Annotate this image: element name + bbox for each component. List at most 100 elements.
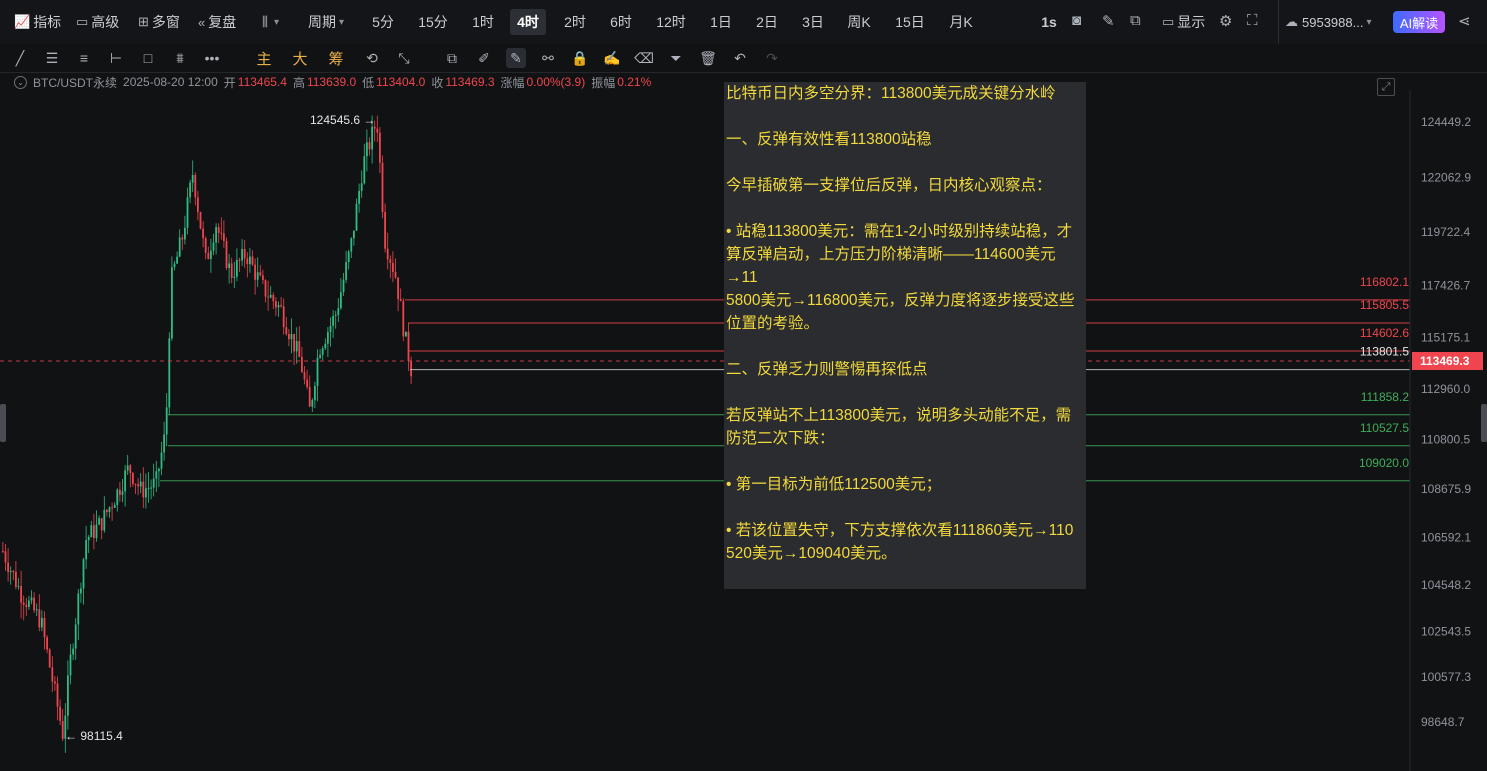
chips-button[interactable]: 筹: [326, 48, 346, 68]
annotation-line: 今早插破第一支撑位后反弹，日内核心观察点：: [726, 177, 1052, 194]
amplitude-value: 0.21%: [617, 75, 652, 89]
ai-interpret-button[interactable]: AI解读: [1393, 11, 1445, 33]
fibonacci-icon[interactable]: ⩩: [170, 48, 190, 68]
timeframe-6h[interactable]: 6时: [604, 9, 638, 35]
clone-icon[interactable]: ⧉: [442, 48, 462, 68]
popout-icon[interactable]: ⧉: [1130, 12, 1141, 29]
account-dropdown[interactable]: ☁ 5953988... ▾: [1278, 0, 1371, 44]
candle-body: [267, 296, 269, 298]
trash-icon[interactable]: 🗑: [698, 48, 718, 68]
right-panel-handle[interactable]: [1481, 404, 1487, 442]
candle-body: [282, 306, 285, 328]
timeframe-5m[interactable]: 5分: [366, 9, 400, 35]
more-tools-icon[interactable]: •••: [202, 48, 222, 68]
candle-body: [22, 602, 25, 605]
indicators-button[interactable]: 📈 指标: [8, 8, 67, 36]
period-label: 周期: [308, 14, 336, 30]
eraser-icon[interactable]: ⌫: [634, 48, 654, 68]
share-icon[interactable]: ⋖: [1458, 12, 1471, 30]
high-marker-value: 124545.6: [310, 113, 360, 127]
draw-pen-icon[interactable]: ✎: [506, 48, 526, 68]
fullscreen-icon[interactable]: ⛶: [1247, 12, 1258, 29]
annotation-spacer: [726, 151, 1084, 174]
pencil-icon[interactable]: ✎: [1102, 12, 1115, 30]
brush-icon[interactable]: ✐: [474, 48, 494, 68]
measure-icon[interactable]: ⤡: [394, 48, 414, 68]
candle-body: [223, 233, 225, 242]
annotation-line: 5800美元→116800美元，反弹力度将逐步接受这些: [726, 292, 1075, 309]
trend-line-icon[interactable]: ╱: [10, 48, 30, 68]
lock-icon[interactable]: 🔒: [570, 48, 590, 68]
timeframe-2d[interactable]: 2日: [750, 9, 784, 35]
timeframe-1d[interactable]: 1日: [704, 9, 738, 35]
timeframe-3d[interactable]: 3日: [796, 9, 830, 35]
gear-icon[interactable]: ⚙: [1219, 12, 1232, 30]
display-button[interactable]: ▭ 显示: [1156, 8, 1211, 36]
rectangle-icon[interactable]: □: [138, 48, 158, 68]
horizontal-lines-icon[interactable]: ☰: [42, 48, 62, 68]
candle-body: [126, 465, 129, 471]
cloud-icon: ☁: [1285, 14, 1298, 29]
timeframe-15d[interactable]: 15日: [890, 9, 930, 35]
interval-1s-button[interactable]: 1s: [1036, 9, 1062, 35]
candle-body: [152, 478, 155, 488]
candle-body: [90, 525, 93, 538]
candle-body: [87, 537, 90, 541]
big-order-button[interactable]: 大: [290, 48, 310, 68]
candle-body: [165, 407, 168, 435]
candle-body: [251, 256, 254, 265]
parallel-channel-icon[interactable]: ≡: [74, 48, 94, 68]
analysis-text-box[interactable]: 比特币日内多空分界：113800美元成关键分水岭 一、反弹有效性看113800站稳…: [724, 82, 1086, 589]
camera-icon[interactable]: ◙: [1072, 12, 1081, 29]
candle-body: [280, 304, 282, 307]
candle-body: [163, 434, 165, 453]
annotation-spacer: [726, 381, 1084, 404]
timeframe-monthly[interactable]: 月K: [942, 9, 980, 35]
candle-body: [316, 357, 319, 386]
annotation-spacer: [726, 335, 1084, 358]
timeframe-12h[interactable]: 12时: [650, 9, 692, 35]
candle-body: [111, 507, 113, 509]
magnet-icon[interactable]: ⟲: [362, 48, 382, 68]
period-dropdown[interactable]: 周期 ▾: [302, 8, 350, 36]
chart-type-dropdown[interactable]: ⫼ ▾: [256, 8, 285, 36]
candle-body: [303, 372, 306, 380]
candle-body: [80, 588, 82, 594]
horizontal-ray-icon[interactable]: ⊢: [106, 48, 126, 68]
timeframe-weekly[interactable]: 周K: [842, 9, 876, 35]
candle-body: [405, 331, 407, 337]
replay-button[interactable]: « 复盘: [192, 8, 242, 36]
candle-body: [290, 333, 293, 340]
candle-body: [61, 720, 64, 739]
candle-body: [95, 524, 98, 538]
symbol-name: BTC/USDT永续: [33, 75, 118, 90]
left-panel-handle[interactable]: [0, 404, 6, 442]
candle-body: [199, 212, 202, 229]
candle-body: [340, 292, 342, 309]
candlestick-icon: ⫼: [262, 14, 268, 29]
candle-body: [228, 263, 230, 268]
candle-body: [363, 156, 366, 184]
candle-body: [301, 356, 303, 373]
candle-body: [397, 277, 399, 300]
advanced-button[interactable]: ▭ 高级: [70, 8, 125, 36]
candle-body: [28, 600, 30, 607]
collapse-icon[interactable]: ⌄: [14, 75, 27, 89]
main-indicator-button[interactable]: 主: [254, 48, 274, 68]
candle-body: [113, 505, 116, 508]
redo-icon[interactable]: ↷: [762, 48, 782, 68]
link-icon[interactable]: ⚯: [538, 48, 558, 68]
candle-body: [173, 263, 176, 268]
expand-icon[interactable]: ⤢: [1377, 78, 1395, 96]
multi-window-button[interactable]: ⊞ 多窗: [132, 8, 186, 36]
timeframe-1h[interactable]: 1时: [466, 9, 500, 35]
timeframe-4h[interactable]: 4时: [510, 9, 546, 35]
candle-body: [314, 385, 316, 401]
annotation-line: 当前节奏的关键，就看113800美元能否成为反弹的: [726, 588, 1084, 589]
candle-body: [176, 256, 178, 264]
timeframe-15m[interactable]: 15分: [414, 9, 452, 35]
undo-icon[interactable]: ↶: [730, 48, 750, 68]
timeframe-2h[interactable]: 2时: [558, 9, 592, 35]
edit-note-icon[interactable]: ✍: [602, 48, 622, 68]
filter-icon[interactable]: ⏷: [666, 48, 686, 68]
